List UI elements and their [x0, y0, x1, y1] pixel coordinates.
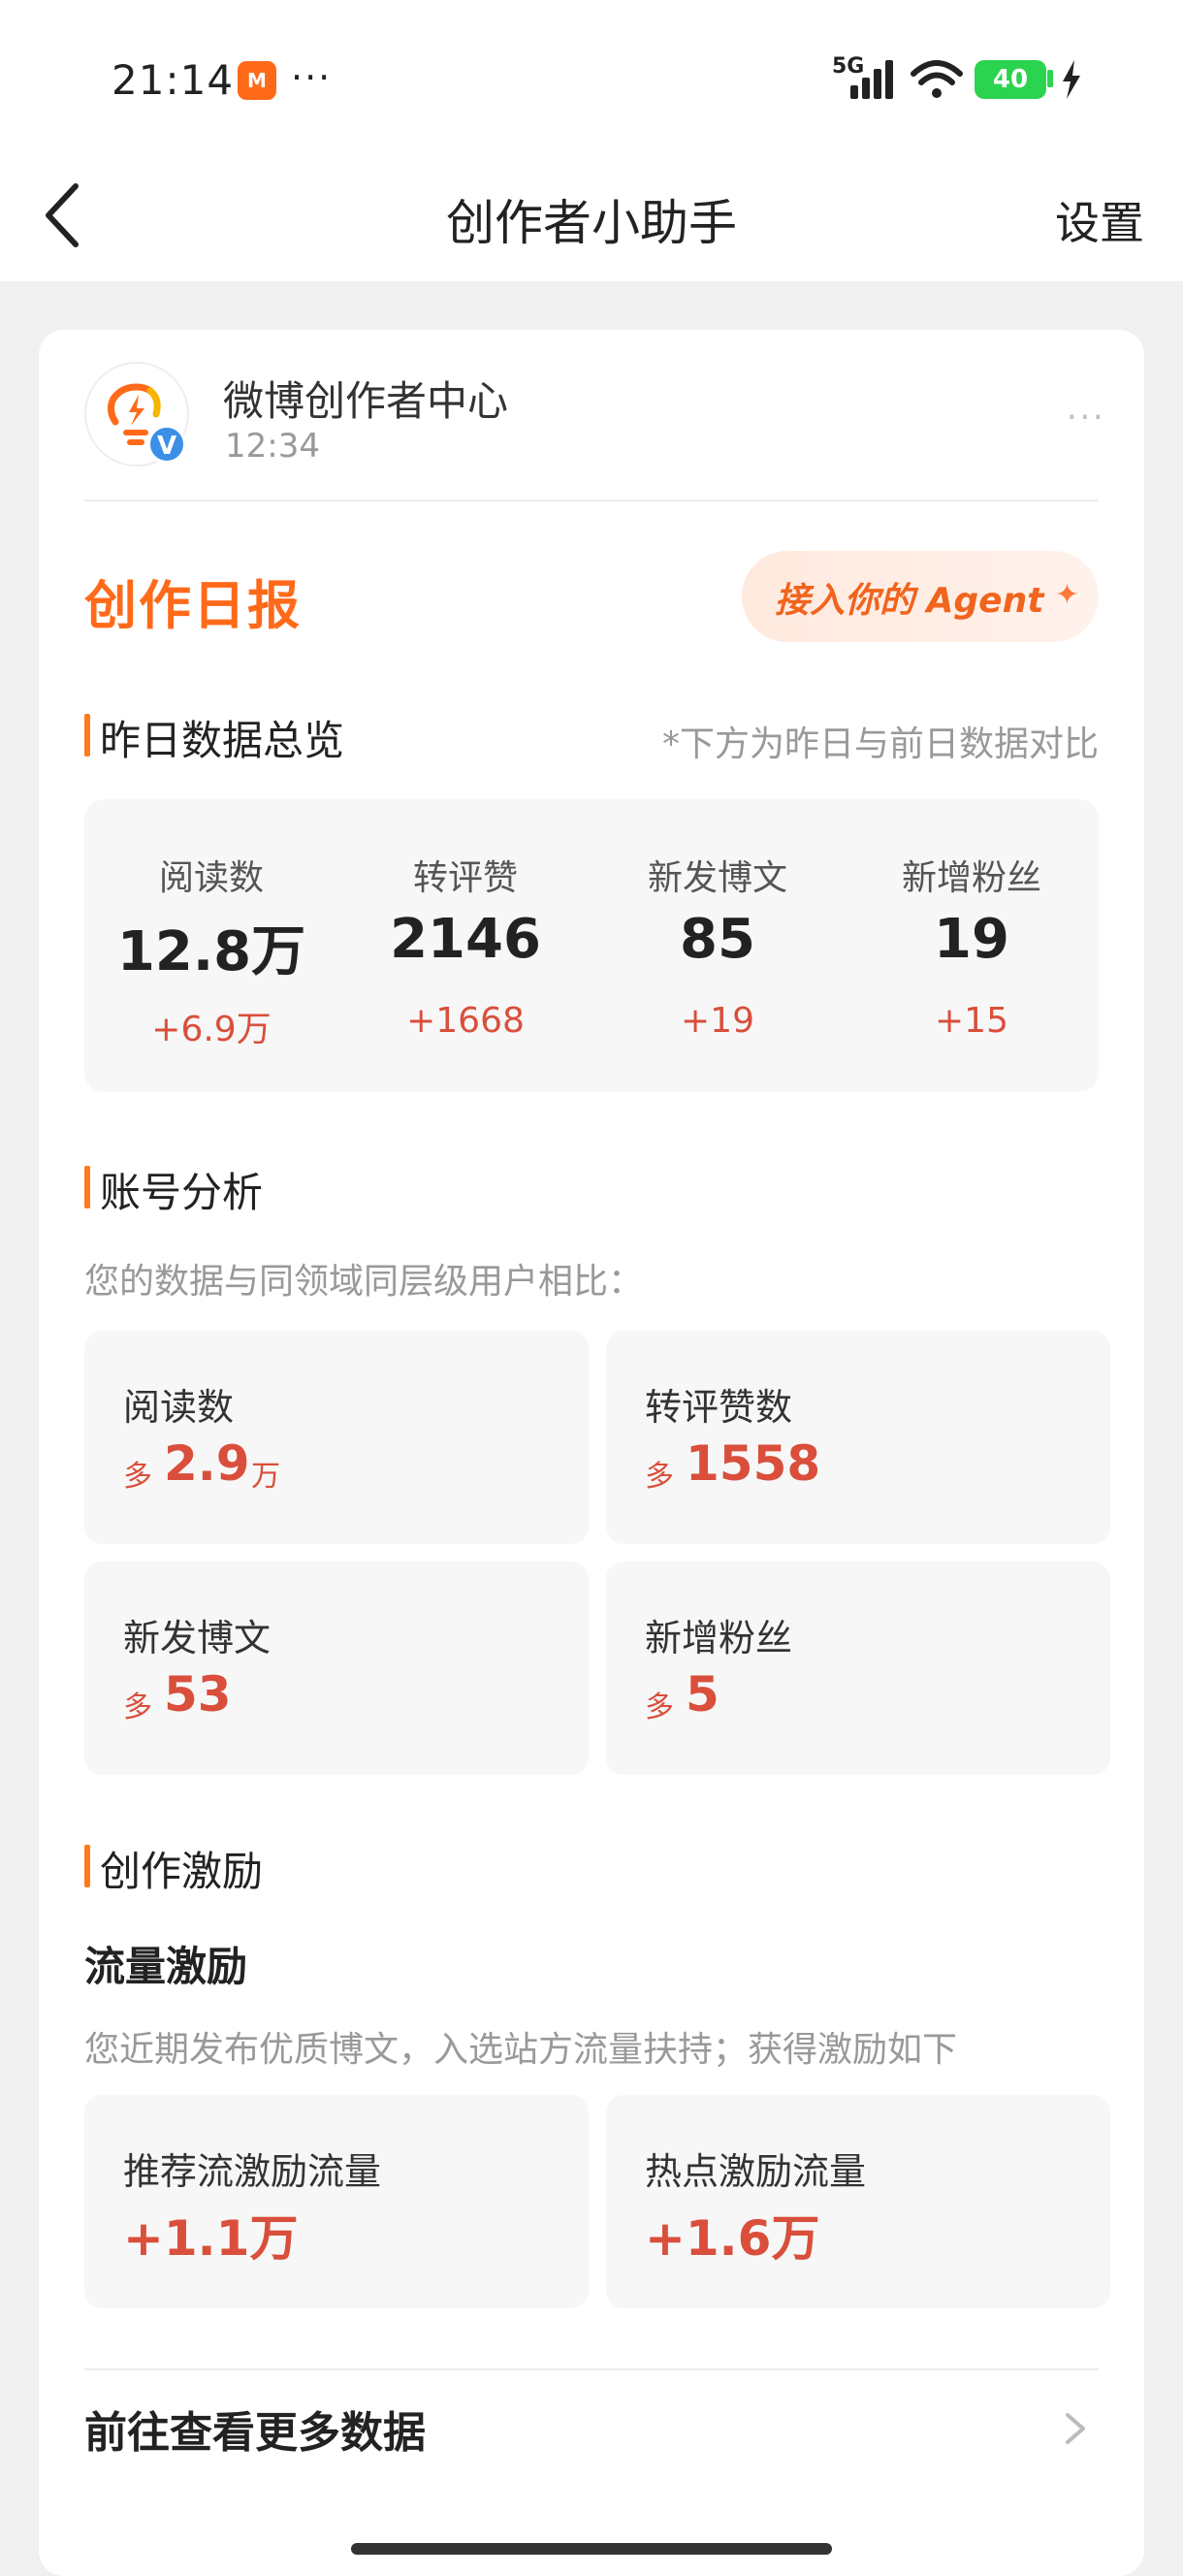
nav-bar: 创作者小助手 设置 — [0, 155, 1183, 281]
chevron-right-icon — [1066, 2413, 1085, 2444]
incentive-subheading: 流量激励 — [84, 1943, 248, 1990]
section-heading-analysis: 账号分析 — [84, 1160, 263, 1219]
tile-value: 53 — [164, 1666, 232, 1723]
tile-more-word: 多 — [123, 1460, 152, 1494]
overview-stats: 阅读数 12.8万 +6.9万 转评赞 2146 +1668 新发博文 85 +… — [84, 799, 1099, 1092]
settings-button[interactable]: 设置 — [1055, 188, 1144, 252]
daily-report-card: V 微博创作者中心 12:34 ··· 创作日报 接入你的 Agent ✦ 昨日… — [39, 330, 1144, 2576]
stat-new-followers: 新增粉丝 19 +15 — [845, 799, 1099, 1092]
analysis-tile-reads: 阅读数 多 2.9 万 — [84, 1331, 589, 1544]
more-options-icon[interactable]: ··· — [1067, 398, 1105, 437]
stat-new-posts: 新发博文 85 +19 — [591, 799, 845, 1092]
section-heading-incentive: 创作激励 — [84, 1839, 263, 1898]
analysis-tile-new-posts: 新发博文 多 53 — [84, 1562, 589, 1775]
tile-value: 5 — [686, 1666, 719, 1723]
connect-agent-button[interactable]: 接入你的 Agent ✦ — [742, 551, 1099, 642]
tile-more-word: 多 — [645, 1690, 674, 1724]
stat-delta: +1668 — [406, 1001, 525, 1041]
tile-value: 1558 — [686, 1435, 821, 1492]
stat-value: 19 — [934, 908, 1009, 971]
battery-cap — [1047, 70, 1053, 87]
tile-label: 推荐流激励流量 — [123, 2150, 382, 2193]
stat-label: 新增粉丝 — [901, 858, 1041, 898]
tile-more-word: 多 — [123, 1690, 152, 1724]
stat-value: 2146 — [390, 908, 541, 971]
status-bar: 21:14 M ··· 5G 40 — [0, 0, 1183, 155]
tile-value: +1.1万 — [123, 2210, 299, 2267]
message-time: 12:34 — [225, 427, 320, 466]
stat-delta: +15 — [935, 1001, 1008, 1041]
header-divider — [84, 499, 1099, 501]
tile-label: 阅读数 — [123, 1386, 235, 1429]
sender-name: 微博创作者中心 — [223, 377, 509, 425]
wifi-icon — [911, 60, 963, 98]
overview-note: *下方为昨日与前日数据对比 — [661, 724, 1099, 764]
stat-value: 85 — [680, 908, 755, 971]
tile-value: 2.9 — [164, 1435, 250, 1492]
stat-value: 12.8万 — [116, 920, 306, 983]
connect-agent-label: 接入你的 Agent — [775, 581, 1044, 621]
analysis-tile-new-followers: 新增粉丝 多 5 — [606, 1562, 1110, 1775]
tile-label: 热点激励流量 — [645, 2150, 867, 2193]
analysis-note: 您的数据与同领域同层级用户相比： — [84, 1262, 644, 1302]
signal-icon — [850, 60, 893, 99]
incentive-tile-hot: 热点激励流量 +1.6万 — [606, 2095, 1110, 2308]
tile-value: +1.6万 — [645, 2210, 820, 2267]
tile-more-word: 多 — [645, 1460, 674, 1494]
battery-level: 40 — [992, 65, 1029, 94]
section-heading-overview: 昨日数据总览 — [84, 708, 344, 767]
app-notification-icon: M — [238, 61, 276, 100]
stat-reads: 阅读数 12.8万 +6.9万 — [84, 799, 338, 1092]
verified-badge-icon: V — [147, 425, 186, 464]
stat-label: 新发博文 — [647, 858, 787, 898]
tile-label: 转评赞数 — [645, 1386, 793, 1429]
incentive-note: 您近期发布优质博文，入选站方流量扶持；获得激励如下 — [84, 2030, 958, 2070]
tile-label: 新增粉丝 — [645, 1617, 793, 1659]
stat-delta: +19 — [681, 1001, 754, 1041]
home-indicator[interactable] — [351, 2543, 832, 2555]
battery-icon: 40 — [975, 60, 1046, 99]
view-more-data-label: 前往查看更多数据 — [84, 2408, 426, 2458]
stat-engagement: 转评赞 2146 +1668 — [338, 799, 592, 1092]
tile-unit: 万 — [251, 1460, 280, 1494]
view-more-data-link[interactable]: 前往查看更多数据 — [84, 2368, 1099, 2485]
status-time: 21:14 — [112, 56, 235, 104]
sparkle-icon: ✦ — [1054, 578, 1079, 612]
incentive-tile-recommend: 推荐流激励流量 +1.1万 — [84, 2095, 589, 2308]
page-title: 创作者小助手 — [446, 195, 737, 251]
report-title: 创作日报 — [84, 575, 302, 636]
charging-icon — [1063, 60, 1080, 99]
stat-label: 转评赞 — [412, 858, 518, 898]
analysis-tile-engagement: 转评赞数 多 1558 — [606, 1331, 1110, 1544]
stat-label: 阅读数 — [158, 858, 264, 898]
top-area: 21:14 M ··· 5G 40 创作者小助手 设置 — [0, 0, 1183, 281]
more-notifications-icon: ··· — [291, 56, 333, 99]
tile-label: 新发博文 — [123, 1617, 272, 1659]
stat-delta: +6.9万 — [151, 1010, 272, 1049]
